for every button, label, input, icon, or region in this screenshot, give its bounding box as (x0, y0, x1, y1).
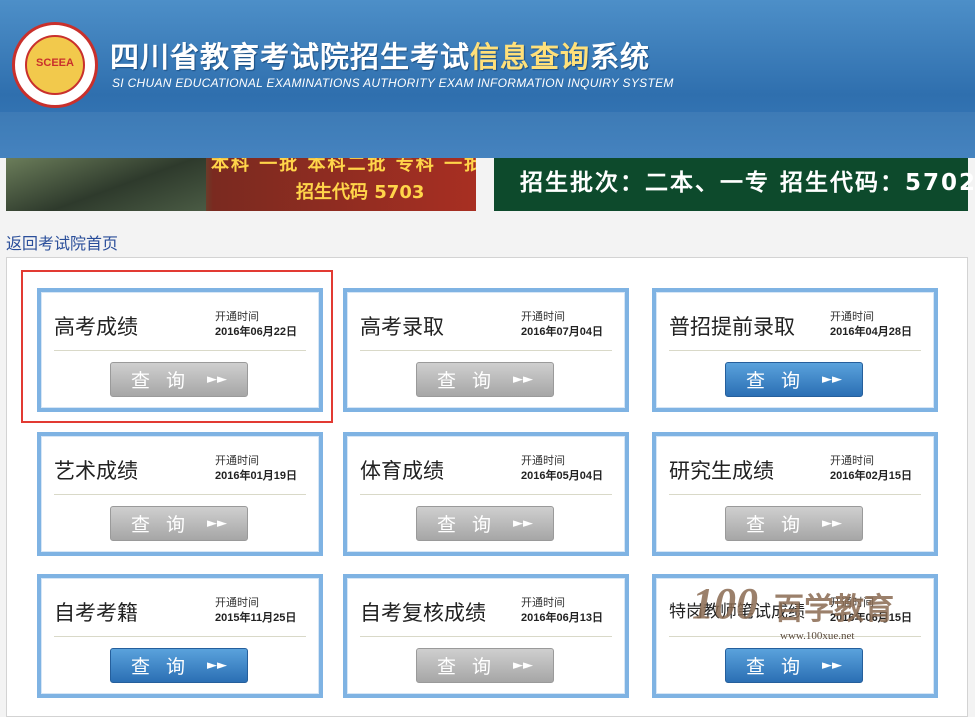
query-button-label: 查询 (745, 656, 816, 678)
banner-left-line2: 招生代码 5703 (296, 182, 425, 203)
query-button[interactable]: 查询 ►► (416, 362, 554, 397)
query-button-label: 查询 (130, 370, 201, 392)
double-chevron-right-icon: ►► (822, 658, 842, 673)
open-time-label: 开通时间 (521, 454, 565, 467)
card-name: 高考录取 (360, 315, 444, 339)
query-button-label: 查询 (745, 370, 816, 392)
query-card: 特岗教师笔试成绩 开通时间 2016年06月15日 查询 ►► (652, 574, 938, 698)
campus-photo (6, 158, 206, 211)
double-chevron-right-icon: ►► (207, 372, 227, 387)
double-chevron-right-icon: ►► (207, 516, 227, 531)
double-chevron-right-icon: ►► (513, 372, 533, 387)
open-time-label: 开通时间 (215, 454, 259, 467)
query-button[interactable]: 查询 ►► (416, 506, 554, 541)
card-divider (54, 350, 306, 351)
query-button-label: 查询 (130, 514, 201, 536)
query-card: 艺术成绩 开通时间 2016年01月19日 查询 ►► (37, 432, 323, 556)
open-time-label: 开通时间 (521, 310, 565, 323)
open-time-label: 开通时间 (521, 596, 565, 609)
card-name: 自考复核成绩 (360, 601, 486, 625)
query-card: 自考考籍 开通时间 2015年11月25日 查询 ►► (37, 574, 323, 698)
query-button[interactable]: 查询 ►► (110, 362, 248, 397)
open-date: 2016年05月04日 (521, 470, 603, 482)
open-time-label: 开通时间 (215, 310, 259, 323)
query-button[interactable]: 查询 ►► (725, 648, 863, 683)
logo-emblem-icon: SCEEA (25, 35, 85, 95)
banner-left[interactable]: 本科 一批 本科二批 专科 一批 招生代码 5703 (6, 158, 476, 211)
query-button[interactable]: 查询 ►► (110, 506, 248, 541)
query-button[interactable]: 查询 ►► (416, 648, 554, 683)
open-date: 2016年07月04日 (521, 326, 603, 338)
open-date: 2016年06月15日 (830, 612, 912, 624)
banner-right-text: 招生批次：二本、一专 招生代码：5702 (520, 170, 975, 196)
query-card: 自考复核成绩 开通时间 2016年06月13日 查询 ►► (343, 574, 629, 698)
site-subtitle: SI CHUAN EDUCATIONAL EXAMINATIONS AUTHOR… (112, 76, 674, 90)
query-card: 研究生成绩 开通时间 2016年02月15日 查询 ►► (652, 432, 938, 556)
banner-right[interactable]: 招生批次：二本、一专 招生代码：5702 (494, 158, 975, 211)
logo-text: SCEEA (36, 57, 74, 69)
double-chevron-right-icon: ►► (513, 658, 533, 673)
query-button-label: 查询 (436, 656, 507, 678)
double-chevron-right-icon: ►► (207, 658, 227, 673)
query-card: 高考录取 开通时间 2016年07月04日 查询 ►► (343, 288, 629, 412)
card-divider (669, 350, 921, 351)
card-divider (54, 636, 306, 637)
query-card: 体育成绩 开通时间 2016年05月04日 查询 ►► (343, 432, 629, 556)
card-divider (669, 636, 921, 637)
query-button-label: 查询 (130, 656, 201, 678)
card-name: 高考成绩 (54, 315, 138, 339)
title-suffix: 系统 (590, 40, 651, 74)
title-main: 四川省教育考试院招生考试 (110, 40, 471, 74)
card-name: 艺术成绩 (54, 459, 138, 483)
card-name: 体育成绩 (360, 459, 444, 483)
open-date: 2016年02月15日 (830, 470, 912, 482)
card-name: 特岗教师笔试成绩 (669, 602, 805, 622)
open-time-label: 开通时间 (215, 596, 259, 609)
card-divider (669, 494, 921, 495)
double-chevron-right-icon: ►► (822, 372, 842, 387)
site-title: 四川省教育考试院招生考试信息查询系统 (110, 34, 650, 76)
card-divider (360, 494, 612, 495)
card-name: 自考考籍 (54, 601, 138, 625)
query-card: 高考成绩 开通时间 2016年06月22日 查询 ►► (37, 288, 323, 412)
sceea-logo: SCEEA (12, 22, 98, 108)
open-date: 2016年01月19日 (215, 470, 297, 482)
card-divider (54, 494, 306, 495)
open-time-label: 开通时间 (830, 596, 874, 609)
query-button-label: 查询 (436, 514, 507, 536)
card-name: 普招提前录取 (669, 315, 795, 339)
back-to-home-link[interactable]: 返回考试院首页 (6, 230, 118, 254)
header-strip (0, 112, 975, 158)
query-button[interactable]: 查询 ►► (725, 362, 863, 397)
title-highlight: 信息查询 (470, 40, 591, 74)
double-chevron-right-icon: ►► (822, 516, 842, 531)
double-chevron-right-icon: ►► (513, 516, 533, 531)
query-button[interactable]: 查询 ►► (725, 506, 863, 541)
open-date: 2016年06月13日 (521, 612, 603, 624)
query-button[interactable]: 查询 ►► (110, 648, 248, 683)
card-name: 研究生成绩 (669, 459, 774, 483)
query-button-label: 查询 (745, 514, 816, 536)
card-divider (360, 350, 612, 351)
open-time-label: 开通时间 (830, 310, 874, 323)
query-button-label: 查询 (436, 370, 507, 392)
open-date: 2016年06月22日 (215, 326, 297, 338)
open-date: 2016年04月28日 (830, 326, 912, 338)
query-card: 普招提前录取 开通时间 2016年04月28日 查询 ►► (652, 288, 938, 412)
site-header: SCEEA 四川省教育考试院招生考试信息查询系统 SI CHUAN EDUCAT… (0, 0, 975, 158)
open-date: 2015年11月25日 (215, 612, 297, 624)
card-divider (360, 636, 612, 637)
open-time-label: 开通时间 (830, 454, 874, 467)
banner-left-line1: 本科 一批 本科二批 专科 一批 (211, 158, 476, 175)
